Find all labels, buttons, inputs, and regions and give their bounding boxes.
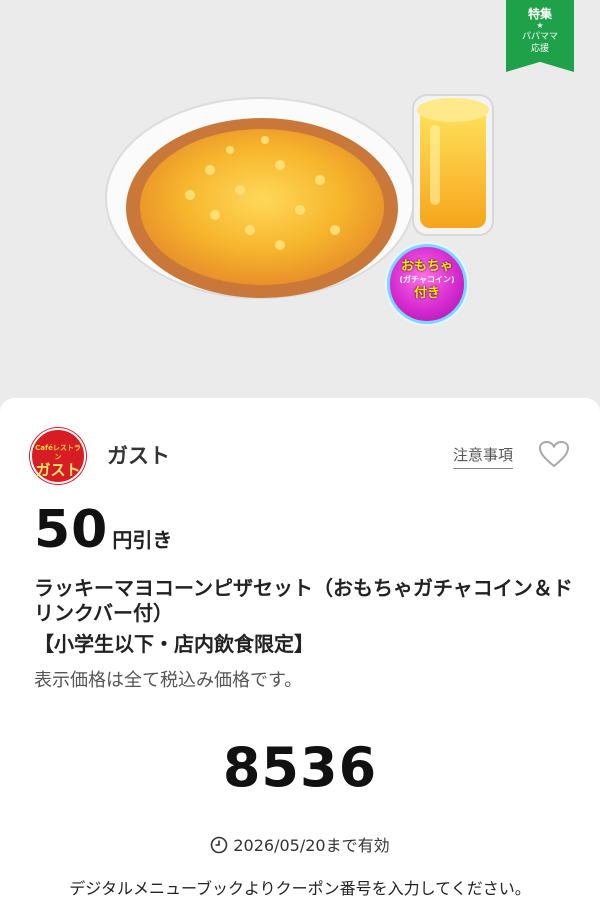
shop-name: ガスト [107, 444, 170, 468]
discount: 50 円引き [34, 500, 172, 560]
coupon-code: 8536 [222, 736, 378, 799]
feature-tag-subtitle-2: 応援 [530, 44, 549, 54]
coupon-title: ラッキーマヨコーンピザセット（おもちゃガチャコイン＆ドリンクバー付） [34, 576, 573, 625]
juice-glass [412, 94, 494, 236]
feature-tag: 特集 ★ パパママ 応援 [506, 0, 574, 72]
toy-badge-line3: 付き [413, 286, 440, 301]
discount-unit: 円引き [112, 528, 173, 552]
feature-tag-subtitle-1: パパママ [521, 32, 558, 42]
heart-outline-icon[interactable] [538, 440, 570, 468]
pizza-topping [140, 129, 384, 285]
toy-badge: おもちゃ (ガチャコイン) 付き [387, 244, 467, 324]
product-image: 特集 ★ パパママ 応援 おもちゃ (ガチャコイン) 付き [0, 0, 600, 400]
toy-badge-line1: おもちゃ [400, 259, 453, 274]
shop-logo-subtext: Caféレストラン [35, 444, 81, 461]
expiry-date: 2026/05/20まで有効 [233, 836, 390, 855]
feature-tag-title: 特集 [527, 7, 552, 21]
notes-link[interactable]: 注意事項 [453, 444, 514, 469]
discount-amount: 50 [34, 500, 109, 560]
shop-logo-text: ガスト [35, 461, 81, 479]
toy-badge-line2: (ガチャコイン) [399, 275, 455, 284]
usage-instruction: デジタルメニューブックよりクーポン番号を入力してください。 [69, 879, 531, 898]
expiry-row: 2026/05/20まで有効 [0, 832, 600, 856]
shop-logo: Caféレストラン ガスト [30, 428, 86, 484]
tax-note: 表示価格は全て税込み価格です。 [34, 670, 303, 691]
coupon-restriction: 【小学生以下・店内飲食限定】 [34, 632, 314, 656]
star-icon: ★ [536, 21, 544, 30]
coupon-card: Caféレストラン ガスト ガスト 注意事項 50 円引き ラッキーマヨコーンピザ… [0, 398, 600, 900]
clock-icon [211, 836, 228, 854]
